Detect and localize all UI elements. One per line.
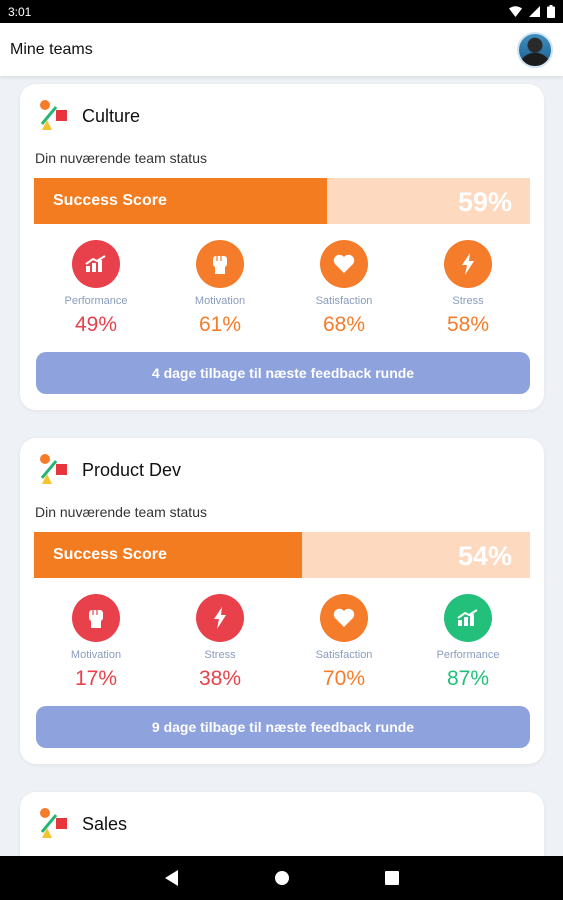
team-logo-icon [36, 806, 72, 842]
app-bar: Mine teams [0, 23, 563, 76]
team-card-culture[interactable]: Culture Din nuværende team status Succes… [20, 84, 544, 410]
team-card-product-dev[interactable]: Product Dev Din nuværende team status Su… [20, 438, 544, 764]
team-logo-icon [36, 452, 72, 488]
metric-value: 61% [198, 313, 242, 336]
metric-motivation[interactable]: Motivation 61% [158, 240, 282, 337]
wifi-icon [509, 6, 522, 17]
metric-value: 87% [446, 667, 490, 690]
bolt-icon [444, 240, 492, 288]
recents-icon[interactable] [384, 871, 399, 885]
metric-value: 58% [446, 313, 490, 336]
metric-value: 49% [74, 313, 118, 336]
metric-name: Satisfaction [315, 649, 373, 661]
metric-name: Motivation [70, 649, 122, 661]
status-icons [509, 5, 555, 18]
fist-icon [72, 594, 120, 642]
metric-value: 38% [198, 667, 242, 690]
chart-icon [444, 594, 492, 642]
success-score-bar: Success Score 54% [34, 532, 530, 578]
metric-satisfaction[interactable]: Satisfaction 68% [282, 240, 406, 337]
team-card-sales[interactable]: Sales [20, 792, 544, 856]
team-list[interactable]: Culture Din nuværende team status Succes… [0, 76, 563, 856]
metric-stress[interactable]: Stress 58% [406, 240, 530, 337]
metric-name: Stress [452, 295, 484, 307]
avatar[interactable] [517, 31, 553, 68]
metric-satisfaction[interactable]: Satisfaction 70% [282, 594, 406, 691]
metric-stress[interactable]: Stress 38% [158, 594, 282, 691]
card-header: Sales [36, 806, 127, 842]
metric-name: Performance [64, 295, 128, 307]
heart-icon [320, 240, 368, 288]
metric-value: 17% [74, 667, 118, 690]
back-icon[interactable] [164, 870, 179, 886]
metric-name: Stress [204, 649, 236, 661]
team-name: Product Dev [82, 459, 182, 480]
metrics-row: Motivation 17% Stress 38% Satisfaction 7… [34, 594, 530, 694]
fist-icon [196, 240, 244, 288]
navigation-bar [0, 856, 563, 900]
team-status-label: Din nuværende team status [35, 504, 207, 520]
team-name: Sales [82, 813, 128, 834]
metric-name: Satisfaction [315, 295, 373, 307]
page-title: Mine teams [10, 40, 93, 58]
home-icon[interactable] [274, 870, 290, 886]
metric-motivation[interactable]: Motivation 17% [34, 594, 158, 691]
status-bar: 3:01 [0, 0, 563, 23]
success-score-label: Success Score [53, 546, 167, 563]
success-score-bar: Success Score 59% [34, 178, 530, 224]
metric-performance[interactable]: Performance 87% [406, 594, 530, 691]
metric-name: Motivation [194, 295, 246, 307]
metric-name: Performance [436, 649, 500, 661]
signal-icon [529, 6, 540, 17]
metric-performance[interactable]: Performance 49% [34, 240, 158, 337]
metric-value: 68% [322, 313, 366, 336]
card-header: Culture [36, 98, 140, 134]
status-time: 3:01 [8, 4, 32, 19]
metric-value: 70% [322, 667, 366, 690]
card-header: Product Dev [36, 452, 181, 488]
team-name: Culture [82, 105, 141, 126]
success-score-label: Success Score [53, 192, 167, 209]
metrics-row: Performance 49% Motivation 61% Satisfact… [34, 240, 530, 340]
team-status-label: Din nuværende team status [35, 150, 207, 166]
chart-icon [72, 240, 120, 288]
feedback-round-button[interactable]: 9 dage tilbage til næste feedback runde [36, 706, 530, 748]
heart-icon [320, 594, 368, 642]
success-score-value: 54% [457, 541, 512, 571]
bolt-icon [196, 594, 244, 642]
feedback-round-button[interactable]: 4 dage tilbage til næste feedback runde [36, 352, 530, 394]
success-score-value: 59% [457, 187, 512, 217]
team-logo-icon [36, 98, 72, 134]
battery-icon [547, 5, 555, 18]
